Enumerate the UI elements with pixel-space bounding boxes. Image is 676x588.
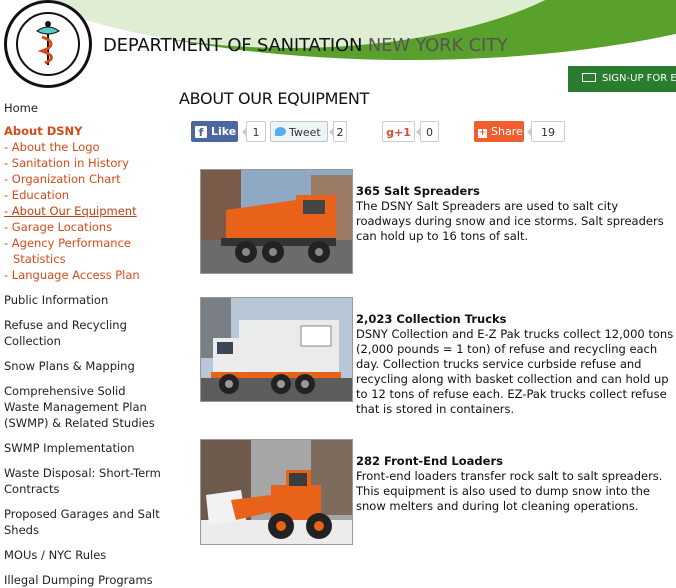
sidebar-item-waste-disposal[interactable]: Waste Disposal: Short-Term Contracts [4, 465, 164, 497]
signup-label: SIGN-UP FOR EM [602, 73, 676, 84]
equipment-name: 282 Front-End Loaders [356, 454, 503, 468]
sidebar-item-swmp[interactable]: Comprehensive Solid Waste Management Pla… [4, 383, 164, 431]
sidebar-item-proposed-garages[interactable]: Proposed Garages and Salt Sheds [4, 506, 164, 538]
page-title: ABOUT OUR EQUIPMENT [179, 89, 370, 108]
sidebar-sub-about-logo[interactable]: - About the Logo [4, 139, 164, 155]
equipment-item-collection-trucks: 2,023 Collection Trucks DSNY Collection … [356, 312, 674, 417]
equipment-description: Front-end loaders transfer rock salt to … [356, 469, 663, 513]
collection-truck-photo [200, 297, 353, 402]
sidebar-sub-agency-performance-cont[interactable]: Statistics [4, 251, 164, 267]
department-title[interactable]: DEPARTMENT OF SANITATION NEW YORK CITY [103, 35, 508, 56]
sidebar-sub-organization-chart[interactable]: - Organization Chart [4, 171, 164, 187]
twitter-bird-icon [275, 127, 286, 136]
facebook-like-button[interactable]: f Like [191, 121, 238, 142]
front-end-loader-photo [200, 439, 353, 545]
sidebar-sub-education[interactable]: - Education [4, 187, 164, 203]
sidebar-sub-sanitation-history[interactable]: - Sanitation in History [4, 155, 164, 171]
sidebar-sub-agency-performance[interactable]: - Agency Performance [4, 235, 164, 251]
sidebar-nav: Home About DSNY - About the Logo - Sanit… [4, 100, 164, 588]
sidebar-item-about-dsny[interactable]: About DSNY [4, 123, 164, 139]
equipment-description: The DSNY Salt Spreaders are used to salt… [356, 199, 664, 243]
share-count: 19 [527, 121, 565, 142]
plus-icon: + [478, 128, 487, 138]
sidebar-item-mous-rules[interactable]: MOUs / NYC Rules [4, 547, 164, 563]
email-signup-button[interactable]: SIGN-UP FOR EM [568, 66, 676, 92]
google-plus-button[interactable]: g+1 [382, 121, 415, 142]
tweet-count: 2 [329, 121, 347, 142]
city-name: NEW YORK CITY [367, 35, 508, 56]
sidebar-sub-about-equipment[interactable]: - About Our Equipment [4, 203, 164, 219]
sidebar-item-public-information[interactable]: Public Information [4, 292, 164, 308]
sidebar-item-swmp-implementation[interactable]: SWMP Implementation [4, 440, 164, 456]
sidebar-item-refuse-recycling[interactable]: Refuse and Recycling Collection [4, 317, 164, 349]
salt-spreader-photo [200, 169, 353, 274]
facebook-like-label: Like [211, 125, 237, 138]
share-label: Share [491, 125, 523, 138]
sidebar-item-illegal-dumping[interactable]: Illegal Dumping Programs [4, 572, 164, 588]
tweet-button[interactable]: Tweet [270, 121, 328, 142]
sidebar-sub-garage-locations[interactable]: - Garage Locations [4, 219, 164, 235]
sidebar-item-home[interactable]: Home [4, 100, 164, 116]
tweet-label: Tweet [289, 126, 321, 139]
dsny-seal-logo[interactable] [4, 0, 92, 88]
department-name: DEPARTMENT OF SANITATION [103, 35, 363, 56]
site-header: DEPARTMENT OF SANITATION NEW YORK CITY S… [0, 0, 676, 92]
share-button[interactable]: + Share [474, 121, 524, 142]
mail-icon [582, 73, 596, 82]
equipment-item-front-end-loaders: 282 Front-End Loaders Front-end loaders … [356, 454, 674, 514]
google-plus-count: 0 [416, 121, 439, 142]
facebook-icon: f [195, 126, 207, 139]
equipment-description: DSNY Collection and E-Z Pak trucks colle… [356, 327, 674, 416]
caduceus-icon [36, 21, 60, 65]
equipment-item-salt-spreaders: 365 Salt Spreaders The DSNY Salt Spreade… [356, 184, 674, 244]
facebook-like-count: 1 [242, 121, 266, 142]
equipment-name: 365 Salt Spreaders [356, 184, 480, 198]
sidebar-item-snow-plans[interactable]: Snow Plans & Mapping [4, 358, 164, 374]
equipment-name: 2,023 Collection Trucks [356, 312, 507, 326]
sidebar-sub-language-access[interactable]: - Language Access Plan [4, 267, 164, 283]
